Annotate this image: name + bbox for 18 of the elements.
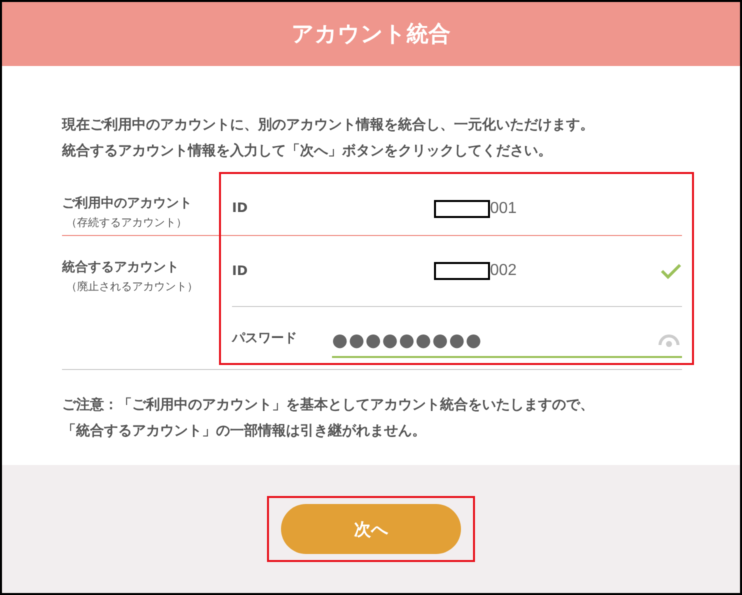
id-value: 002 <box>490 262 517 280</box>
field-label: パスワード <box>232 330 298 347</box>
eye-icon[interactable] <box>658 333 680 347</box>
intro-text: 統合するアカウント情報を入力して「次へ」ボタンをクリックしてください。 <box>62 142 553 161</box>
redaction-box <box>434 262 490 280</box>
notice-text: 「統合するアカウント」の一部情報は引き継がれません。 <box>62 422 427 441</box>
section-sublabel: （廃止されるアカウント） <box>65 279 199 294</box>
page-title: アカウント統合 <box>292 21 450 49</box>
notice-text: ご注意：「ご利用中のアカウント」を基本としてアカウント統合をいたしますので、 <box>62 396 595 415</box>
field-label: ID <box>232 201 249 216</box>
section-sublabel: （存続するアカウント） <box>65 215 188 230</box>
section-label: 統合するアカウント <box>62 259 180 276</box>
section-label: ご利用中のアカウント <box>62 195 193 212</box>
id-value: 001 <box>490 200 517 218</box>
intro-text: 現在ご利用中のアカウントに、別のアカウント情報を統合し、一元化いただけます。 <box>62 116 595 135</box>
field-label: ID <box>232 264 249 278</box>
redaction-box <box>434 200 490 218</box>
password-field[interactable]: ●●●●●●●●● <box>332 324 682 358</box>
